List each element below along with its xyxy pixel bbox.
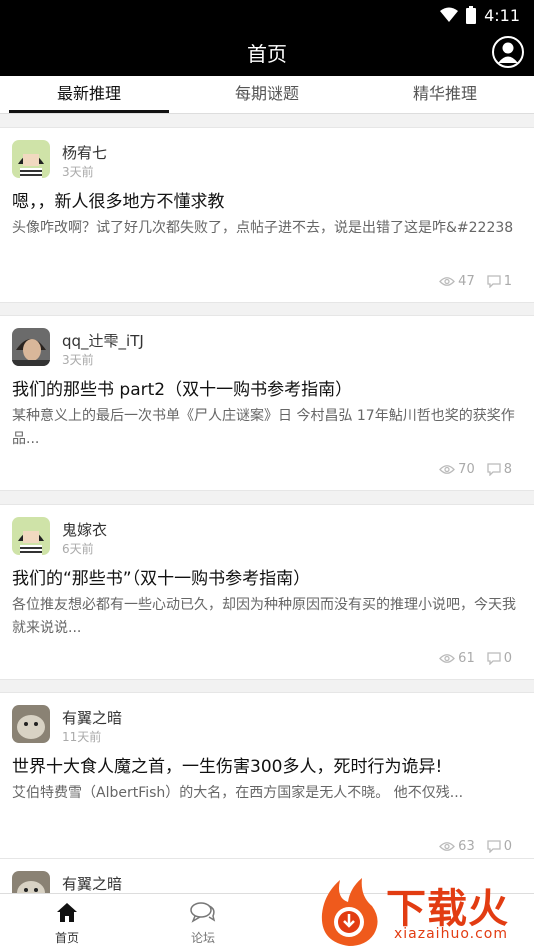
page-title: 首页 [247, 42, 287, 66]
post-excerpt: 某种意义上的最后一次书单《尸人庄谜案》日 今村昌弘 17年鮎川哲也奖的获奖作品.… [12, 408, 515, 447]
avatar[interactable] [12, 871, 50, 893]
author-name[interactable]: 鬼嫁衣 [62, 519, 107, 540]
post-stats: 70 8 [439, 462, 512, 477]
comment-icon [487, 463, 501, 476]
comment-icon [487, 840, 501, 853]
post-feed: 杨宥七 3天前 嗯，，新人很多地方不懂求教 头像咋改啊？试了好几次都失败了，点帖… [0, 114, 534, 893]
post-card[interactable]: qq_辻雫_iTJ 3天前 我们的那些书 part2（双十一购书参考指南） 某种… [0, 315, 534, 491]
avatar[interactable] [12, 140, 50, 178]
comment-icon [487, 275, 501, 288]
author-name[interactable]: qq_辻雫_iTJ [62, 330, 144, 351]
comment-count: 1 [503, 274, 512, 289]
comment-count: 8 [503, 462, 512, 477]
post-stats: 47 1 [439, 274, 512, 289]
wifi-icon [440, 7, 459, 22]
author-name[interactable]: 有翼之暗 [62, 873, 122, 893]
watermark-subtext: xiazaihuo.com [394, 926, 508, 942]
nav-home[interactable]: 首页 [37, 900, 97, 946]
watermark-logo: 下载火 xiazaihuo.com [314, 874, 534, 949]
tab-featured[interactable]: 精华推理 [356, 76, 534, 113]
avatar[interactable] [12, 328, 50, 366]
status-time: 4:11 [484, 5, 520, 25]
post-excerpt: 头像咋改啊？试了好几次都失败了，点帖子进不去，说是出错了这是咋&#22238 [12, 220, 514, 236]
post-excerpt: 各位推友想必都有一些心动已久，却因为种种原因而没有买的推理小说吧，今天我就来说说… [12, 597, 516, 636]
avatar[interactable] [12, 705, 50, 743]
eye-icon [439, 277, 456, 286]
forum-icon [190, 902, 216, 923]
nav-forum[interactable]: 论坛 [173, 900, 233, 946]
home-icon [57, 903, 77, 922]
post-card[interactable]: 有翼之暗 11天前 世界十大食人魔之首，一生伤害300多人，死时行为诡异! 艾伯… [0, 692, 534, 868]
post-time: 3天前 [62, 165, 94, 179]
eye-icon [439, 654, 456, 663]
post-card[interactable]: 鬼嫁衣 6天前 我们的“那些书”（双十一购书参考指南） 各位推友想必都有一些心动… [0, 504, 534, 680]
comment-count: 0 [503, 651, 512, 666]
post-title[interactable]: 我们的“那些书”（双十一购书参考指南） [12, 564, 522, 589]
avatar[interactable] [12, 517, 50, 555]
post-card[interactable]: 杨宥七 3天前 嗯，，新人很多地方不懂求教 头像咋改啊？试了好几次都失败了，点帖… [0, 127, 534, 303]
nav-home-label: 首页 [54, 931, 79, 945]
post-time: 11天前 [62, 730, 102, 744]
profile-icon[interactable] [492, 36, 524, 68]
app-header: 4:11 首页 [0, 0, 534, 76]
view-count: 47 [458, 274, 475, 289]
tab-puzzles[interactable]: 每期谜题 [178, 76, 356, 113]
flame-logo-icon [321, 878, 378, 946]
comment-count: 0 [503, 839, 512, 854]
tab-bar: 最新推理 每期谜题 精华推理 [0, 76, 534, 114]
post-title[interactable]: 世界十大食人魔之首，一生伤害300多人，死时行为诡异! [12, 752, 522, 777]
post-stats: 61 0 [439, 651, 512, 666]
post-excerpt: 艾伯特费雪（AlbertFish）的大名，在西方国家是无人不晓。 他不仅残... [12, 785, 464, 801]
post-time: 6天前 [62, 542, 94, 556]
comment-icon [487, 652, 501, 665]
post-stats: 63 0 [439, 839, 512, 854]
author-name[interactable]: 有翼之暗 [62, 707, 122, 728]
post-title[interactable]: 嗯，，新人很多地方不懂求教 [12, 187, 522, 212]
tab-latest[interactable]: 最新推理 [0, 76, 178, 113]
status-bar: 4:11 [440, 4, 520, 26]
view-count: 63 [458, 839, 475, 854]
post-title[interactable]: 我们的那些书 part2（双十一购书参考指南） [12, 375, 522, 400]
eye-icon [439, 465, 456, 474]
eye-icon [439, 842, 456, 851]
author-name[interactable]: 杨宥七 [62, 142, 107, 163]
view-count: 70 [458, 462, 475, 477]
nav-forum-label: 论坛 [190, 931, 215, 945]
post-time: 3天前 [62, 353, 94, 367]
view-count: 61 [458, 651, 475, 666]
battery-icon [466, 6, 477, 24]
